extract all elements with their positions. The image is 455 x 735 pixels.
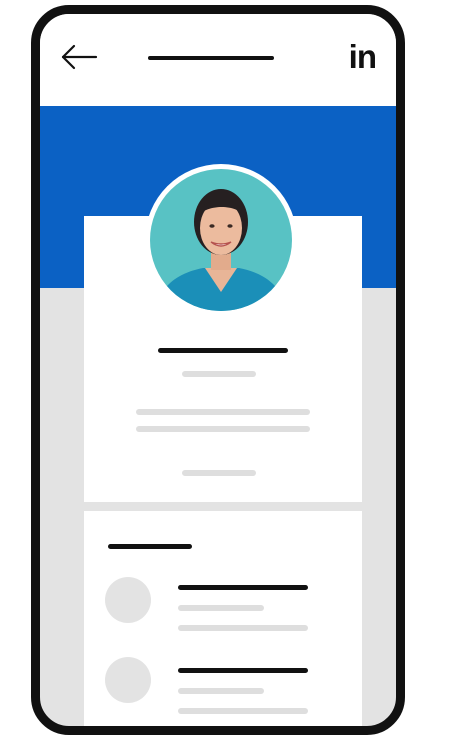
profile-about-line-1: [136, 409, 310, 415]
profile-about-line-2: [136, 426, 310, 432]
list-item-avatar: [105, 577, 151, 623]
header-title-placeholder: [148, 56, 274, 60]
linkedin-logo[interactable]: in: [349, 40, 377, 73]
list-item-title-placeholder: [178, 668, 308, 673]
list-item-subtitle-placeholder: [178, 605, 264, 611]
list-item-meta-placeholder: [178, 708, 308, 714]
profile-avatar[interactable]: [145, 164, 297, 316]
phone-frame: in: [31, 5, 405, 735]
arrow-left-icon[interactable]: [60, 44, 100, 70]
list-item-title-placeholder: [178, 585, 308, 590]
profile-connections-placeholder: [182, 470, 256, 476]
profile-photo-icon: [147, 166, 295, 314]
list-item-meta-placeholder: [178, 625, 308, 631]
section-title-placeholder: [108, 544, 192, 549]
list-item-avatar: [105, 657, 151, 703]
activity-section: [84, 511, 362, 726]
profile-name-placeholder: [158, 348, 288, 353]
top-navigation-bar: in: [40, 14, 396, 106]
section-divider: [84, 502, 362, 511]
profile-headline-placeholder: [182, 371, 256, 377]
list-item-subtitle-placeholder: [178, 688, 264, 694]
